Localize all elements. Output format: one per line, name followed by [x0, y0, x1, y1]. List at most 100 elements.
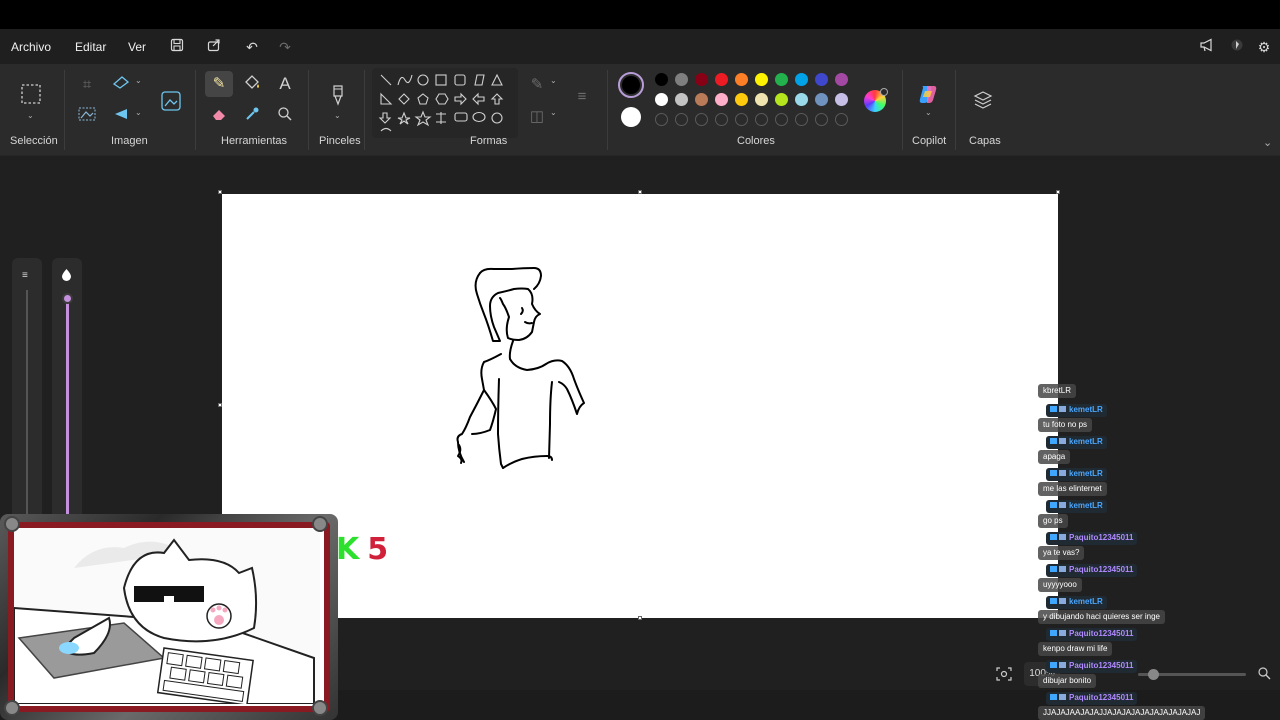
color-swatch[interactable]	[755, 93, 768, 106]
crop-icon[interactable]: ⌗	[76, 74, 98, 96]
menu-edit[interactable]: Editar	[75, 40, 106, 54]
custom-color-slot[interactable]	[775, 113, 788, 126]
canvas-resize-handle[interactable]	[218, 403, 222, 407]
secondary-color[interactable]	[621, 107, 641, 127]
color-swatch[interactable]	[795, 73, 808, 86]
brush-sliders: ≡	[10, 258, 82, 548]
ribbon-collapse-chevron-icon[interactable]: ⌄	[1263, 136, 1272, 149]
color-swatch[interactable]	[675, 73, 688, 86]
chevron-down-icon[interactable]: ⌄	[334, 111, 341, 120]
menu-view[interactable]: Ver	[128, 40, 146, 54]
chat-username: Paquito12345011	[1046, 564, 1138, 577]
chat-message: Paquito12345011 uyyyyooo	[1038, 562, 1280, 594]
settings-gear-icon[interactable]: ⚙	[1253, 37, 1275, 57]
opacity-slider-thumb[interactable]	[62, 293, 73, 304]
save-icon[interactable]	[166, 37, 188, 57]
image-generator-icon[interactable]	[160, 90, 182, 112]
pencil-icon[interactable]: ✎	[205, 71, 233, 97]
opacity-slider[interactable]	[52, 258, 82, 548]
color-swatch[interactable]	[735, 93, 748, 106]
color-swatch[interactable]	[775, 73, 788, 86]
chevron-down-icon[interactable]: ⌄	[135, 76, 142, 85]
chat-badge-icon	[1050, 662, 1057, 668]
chat-username: Paquito12345011	[1046, 532, 1138, 545]
canvas-resize-handle[interactable]	[638, 616, 642, 620]
color-swatch[interactable]	[715, 73, 728, 86]
text-tool-icon[interactable]: A	[274, 73, 296, 95]
frame-bolt	[312, 516, 328, 532]
shape-fill-icon[interactable]: ◫	[526, 106, 548, 128]
custom-color-slot[interactable]	[835, 113, 848, 126]
color-swatch[interactable]	[815, 73, 828, 86]
custom-color-slot[interactable]	[655, 113, 668, 126]
color-swatch[interactable]	[815, 93, 828, 106]
remove-background-icon[interactable]	[76, 106, 98, 128]
canvas-resize-handle[interactable]	[1056, 190, 1060, 194]
chevron-down-icon[interactable]: ⌄	[550, 108, 557, 117]
chat-username: Paquito12345011	[1046, 692, 1138, 705]
menu-file[interactable]: Archivo	[11, 40, 51, 54]
custom-color-slot[interactable]	[795, 113, 808, 126]
color-swatch[interactable]	[835, 73, 848, 86]
color-swatch[interactable]	[675, 93, 688, 106]
chevron-down-icon[interactable]: ⌄	[135, 108, 142, 117]
redo-icon[interactable]: ↷	[274, 37, 296, 57]
eraser-icon[interactable]	[208, 106, 230, 128]
chat-message: Paquito12345011 kenpo draw mi life	[1038, 626, 1280, 658]
color-swatch[interactable]	[755, 73, 768, 86]
group-label-layers: Capas	[969, 135, 1001, 147]
chat-username: kemetLR	[1046, 436, 1107, 449]
color-swatch[interactable]	[715, 93, 728, 106]
chat-text: uyyyyooo	[1038, 578, 1082, 592]
custom-color-slot[interactable]	[735, 113, 748, 126]
chat-message: Paquito12345011 ya te vas?	[1038, 530, 1280, 562]
fill-bucket-icon[interactable]	[241, 73, 263, 95]
undo-icon[interactable]: ↶	[241, 37, 263, 57]
shapes-grid-icons[interactable]	[372, 68, 518, 138]
custom-color-slot[interactable]	[715, 113, 728, 126]
copilot-icon[interactable]	[917, 83, 939, 105]
color-swatch[interactable]	[835, 93, 848, 106]
fit-screen-icon[interactable]	[996, 667, 1014, 683]
magnifier-icon[interactable]	[274, 106, 296, 128]
announce-icon[interactable]	[1196, 37, 1218, 57]
selection-rectangle-icon[interactable]	[20, 84, 42, 106]
layers-icon[interactable]	[972, 90, 994, 112]
chat-message: kemetLR me las elinternet	[1038, 466, 1280, 498]
color-swatch[interactable]	[695, 73, 708, 86]
chat-badge-icon	[1050, 502, 1057, 508]
chat-badge-icon	[1059, 598, 1066, 604]
resize-icon[interactable]	[110, 74, 132, 96]
canvas-resize-handle[interactable]	[218, 190, 222, 194]
custom-color-slot[interactable]	[755, 113, 768, 126]
color-swatch[interactable]	[695, 93, 708, 106]
color-picker-icon[interactable]	[241, 106, 263, 128]
menu-bar: Archivo Editar Ver ↶ ↷ ⚙	[0, 29, 1280, 64]
chat-badge-icon	[1059, 566, 1066, 572]
stroke-size-icon[interactable]: ≡	[571, 86, 593, 108]
color-swatch[interactable]	[655, 73, 668, 86]
shape-outline-icon[interactable]: ✎	[526, 74, 548, 96]
cat-avatar-image	[14, 528, 324, 706]
rotate-icon[interactable]	[110, 106, 132, 128]
share-icon[interactable]	[203, 37, 225, 57]
chevron-down-icon[interactable]: ⌄	[925, 108, 932, 117]
primary-color[interactable]	[618, 72, 644, 98]
color-swatch[interactable]	[735, 73, 748, 86]
counter-value: 5	[367, 532, 389, 567]
custom-color-slot[interactable]	[675, 113, 688, 126]
color-swatch[interactable]	[775, 93, 788, 106]
color-swatch[interactable]	[655, 93, 668, 106]
stroke-size-slider[interactable]: ≡	[12, 258, 42, 548]
custom-color-slot[interactable]	[815, 113, 828, 126]
custom-color-slot[interactable]	[695, 113, 708, 126]
chevron-down-icon[interactable]: ⌄	[550, 76, 557, 85]
canvas-resize-handle[interactable]	[638, 190, 642, 194]
ribbon-toolbar: ⌄ Selección ⌗ ⌄ ⌄ Imagen ✎ A Herramienta…	[0, 64, 1280, 156]
chat-badge-icon	[1059, 502, 1066, 508]
chevron-down-icon[interactable]: ⌄	[27, 111, 34, 120]
brush-icon[interactable]	[327, 84, 349, 106]
color-swatch[interactable]	[795, 93, 808, 106]
account-avatar[interactable]	[1226, 37, 1248, 57]
counter-key: K	[336, 532, 360, 567]
